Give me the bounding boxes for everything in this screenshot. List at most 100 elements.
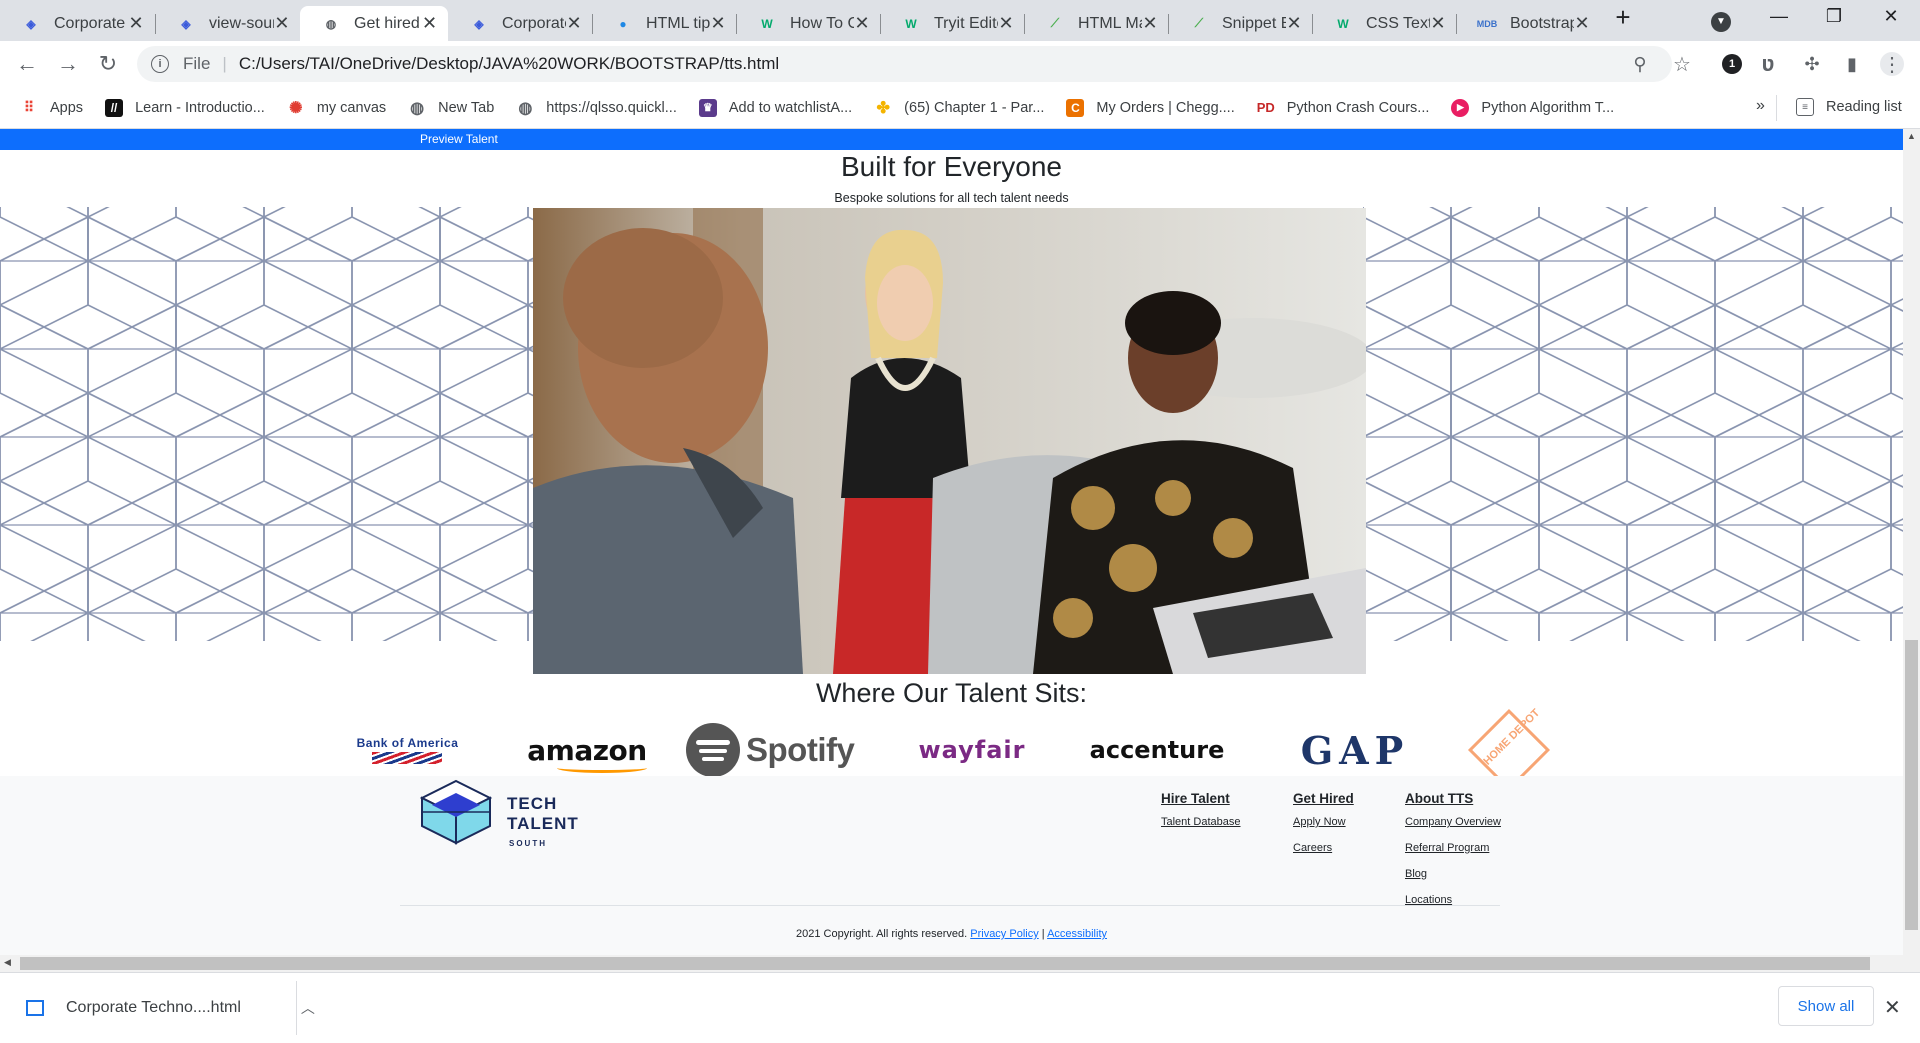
cube-face: [351, 567, 441, 641]
tab-get-hired[interactable]: ◍ Get hired ✕: [300, 6, 448, 41]
close-icon[interactable]: ✕: [566, 13, 582, 34]
tts-favicon-icon: ◈: [26, 16, 36, 31]
cube-face: [439, 207, 529, 263]
scroll-left-icon: ◀: [4, 957, 11, 967]
cube-face: [438, 524, 540, 614]
bookmark-apps[interactable]: ⠿ Apps: [20, 99, 83, 117]
footer-heading-get-hired[interactable]: Get Hired: [1293, 791, 1354, 806]
tab-corporate-1[interactable]: ◈ Corporate ✕: [0, 6, 155, 41]
back-arrow-icon[interactable]: ←: [14, 51, 40, 77]
zoom-icon[interactable]: ⚲: [1628, 52, 1652, 76]
top-nav-bar: Preview Talent: [0, 129, 1903, 150]
logo-spotify: Spotify: [686, 720, 876, 780]
url-text[interactable]: C:/Users/TAI/OneDrive/Desktop/JAVA%20WOR…: [239, 54, 779, 74]
profile-icon[interactable]: ▮: [1840, 52, 1864, 76]
tab-bootstrap[interactable]: MDB Bootstrap ✕: [1456, 6, 1600, 41]
cube-face: [1889, 298, 1903, 312]
address-bar[interactable]: i File | C:/Users/TAI/OneDrive/Desktop/J…: [137, 46, 1672, 82]
tab-html-tip[interactable]: ● HTML tip ✕: [592, 6, 736, 41]
info-icon[interactable]: i: [151, 55, 169, 73]
tab-how-to[interactable]: W How To C ✕: [736, 6, 880, 41]
cube-face: [87, 567, 177, 641]
accessibility-link[interactable]: Accessibility: [1047, 928, 1107, 940]
tab-html-ma[interactable]: ⟋ HTML Ma ✕: [1024, 6, 1168, 41]
cube-face: [351, 207, 441, 263]
close-icon[interactable]: ✕: [127, 13, 145, 34]
tab-snippet[interactable]: ⟋ Snippet E ✕: [1168, 6, 1312, 41]
footer-link-referral-program[interactable]: Referral Program: [1405, 842, 1501, 854]
vertical-scroll-thumb[interactable]: [1905, 640, 1918, 930]
cube-face: [1450, 207, 1540, 263]
close-icon[interactable]: ✕: [421, 13, 438, 34]
cube-face: [438, 348, 540, 438]
download-item[interactable]: Corporate Techno....html ︿: [18, 973, 315, 1043]
learn-icon: //: [105, 98, 124, 117]
bookmark-qlsso[interactable]: ◍ https://qlsso.quickl...: [516, 99, 677, 117]
footer-link-company-overview[interactable]: Company Overview: [1405, 816, 1501, 828]
more-bookmarks-icon[interactable]: »: [1756, 97, 1765, 115]
tab-view-source[interactable]: ◈ view-sour ✕: [155, 6, 300, 41]
bookmark-python-algorithm[interactable]: ▶ Python Algorithm T...: [1451, 98, 1614, 117]
cube-face: [1891, 613, 1903, 641]
chevron-up-icon[interactable]: ︿: [301, 998, 315, 1018]
bookmark-watchlist[interactable]: ♛ Add to watchlistA...: [698, 98, 852, 117]
page-viewport: Preview Talent Built for Everyone Bespok…: [0, 129, 1903, 955]
logo-gap: GAP: [1300, 727, 1410, 773]
footer-link-apply-now[interactable]: Apply Now: [1293, 816, 1354, 828]
cube-face: [1626, 207, 1716, 263]
globe-icon: ◍: [325, 16, 337, 31]
tab-css-text[interactable]: W CSS Text ✕: [1312, 6, 1456, 41]
window-close-icon[interactable]: ✕: [1876, 6, 1906, 27]
minimize-icon[interactable]: —: [1764, 6, 1794, 27]
close-downloads-icon[interactable]: ✕: [1884, 995, 1901, 1020]
close-icon[interactable]: ✕: [998, 13, 1014, 34]
cube-face: [1363, 207, 1453, 262]
bookmark-new-tab[interactable]: ◍ New Tab: [408, 99, 494, 117]
cube-face: [263, 207, 353, 263]
horizontal-scroll-thumb[interactable]: [20, 957, 1870, 970]
close-icon[interactable]: ✕: [1574, 13, 1590, 34]
cube-face: [1802, 207, 1892, 263]
tts-logo-icon: [420, 779, 492, 845]
new-tab-plus-icon[interactable]: +: [1608, 2, 1638, 33]
extensions-puzzle-icon[interactable]: ✣: [1800, 52, 1824, 76]
close-icon[interactable]: ✕: [274, 13, 290, 34]
html-file-icon: [26, 1000, 44, 1016]
tab-search-icon[interactable]: ▼: [1706, 8, 1736, 32]
footer-link-talent-database[interactable]: Talent Database: [1161, 816, 1241, 828]
footer-heading-hire-talent[interactable]: Hire Talent: [1161, 791, 1241, 806]
extension-badge-icon[interactable]: 1: [1720, 52, 1744, 76]
menu-kebab-icon[interactable]: ⋮: [1880, 52, 1904, 76]
tab-tryit-editor[interactable]: W Tryit Edito ✕: [880, 6, 1024, 41]
bookmark-chegg[interactable]: C My Orders | Chegg....: [1066, 98, 1235, 117]
reading-list-button[interactable]: ≡ Reading list: [1796, 98, 1902, 116]
restore-icon[interactable]: ❐: [1819, 6, 1849, 27]
close-icon[interactable]: ✕: [1286, 13, 1302, 34]
bookmark-chapter[interactable]: ✤ (65) Chapter 1 - Par...: [874, 99, 1044, 117]
cube-pattern-left: [0, 207, 540, 641]
cube-face: [1450, 567, 1540, 641]
close-icon[interactable]: ✕: [854, 13, 870, 34]
cube-face: [1363, 207, 1452, 263]
tts-brand[interactable]: TECH TALENT SOUTH: [507, 794, 579, 854]
cube-face: [0, 567, 89, 641]
reload-icon[interactable]: ↻: [95, 51, 121, 77]
close-icon[interactable]: ✕: [1142, 13, 1158, 34]
show-all-button[interactable]: Show all: [1778, 986, 1874, 1026]
globe-icon: ◍: [410, 99, 425, 117]
cube-face: [1890, 430, 1903, 527]
nav-link-preview-talent[interactable]: Preview Talent: [420, 132, 498, 146]
bookmark-star-icon[interactable]: ☆: [1670, 52, 1694, 76]
bookmark-canvas[interactable]: ✺ my canvas: [287, 99, 386, 117]
footer-link-blog[interactable]: Blog: [1405, 868, 1501, 880]
u-extension-icon[interactable]: ʋ: [1756, 51, 1780, 76]
close-icon[interactable]: ✕: [710, 13, 726, 34]
footer-link-careers[interactable]: Careers: [1293, 842, 1354, 854]
bookmark-learn[interactable]: // Learn - Introductio...: [105, 98, 265, 117]
footer-heading-about-tts[interactable]: About TTS: [1405, 791, 1501, 806]
forward-arrow-icon[interactable]: →: [55, 51, 81, 77]
tab-corporate-2[interactable]: ◈ Corporate ✕: [448, 6, 592, 41]
bookmark-python-crash[interactable]: PD Python Crash Cours...: [1257, 99, 1430, 117]
close-icon[interactable]: ✕: [1430, 13, 1446, 34]
privacy-policy-link[interactable]: Privacy Policy: [970, 928, 1038, 940]
